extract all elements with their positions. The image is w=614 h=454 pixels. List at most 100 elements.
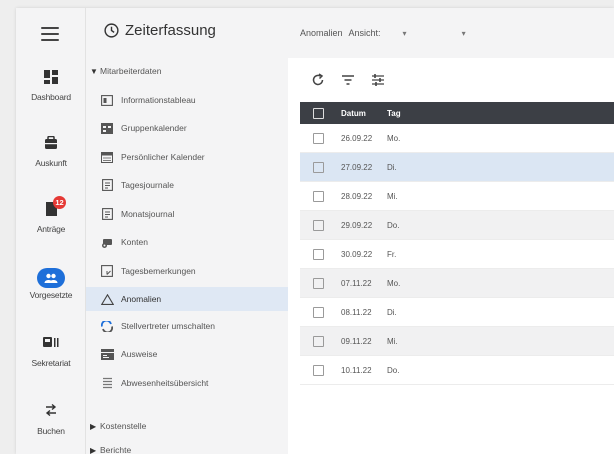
rail-label: Anträge — [36, 224, 66, 234]
rail-label: Auskunft — [35, 158, 67, 168]
table-row[interactable]: 10.11.22 Do. — [300, 356, 614, 385]
rail-label: Vorgesetzte — [29, 290, 73, 300]
filter-icon — [342, 75, 354, 85]
view-dropdown-2[interactable]: ▾ — [462, 29, 466, 38]
row-date: 07.11.22 — [341, 278, 372, 288]
table-row[interactable]: 26.09.22 Mo. — [300, 124, 614, 153]
notification-badge: 12 — [53, 196, 66, 209]
rail-item-auskunft[interactable]: Auskunft — [16, 136, 86, 168]
journal-icon — [100, 178, 114, 192]
table-header: Datum Tag — [300, 102, 614, 124]
row-day: Do. — [387, 365, 400, 375]
row-checkbox[interactable] — [313, 132, 324, 144]
filter-button[interactable] — [340, 72, 356, 88]
rail-item-buchen[interactable]: Buchen — [16, 404, 86, 436]
row-date: 10.11.22 — [341, 365, 372, 375]
refresh-button[interactable] — [310, 72, 326, 88]
select-all-checkbox[interactable] — [313, 107, 324, 119]
tableau-icon — [100, 93, 114, 107]
column-settings-button[interactable] — [370, 72, 386, 88]
nav-item-anomalien[interactable]: Anomalien — [86, 287, 288, 311]
row-day: Fr. — [387, 249, 397, 259]
row-checkbox[interactable] — [313, 335, 324, 347]
clock-icon — [104, 23, 119, 38]
anomalies-table: Datum Tag 26.09.22 Mo. 27.09.22 Di. 28.09.… — [300, 102, 614, 385]
main-content: Anomalien Ansicht: ▾ ▾ Datum Tag 26.09.2… — [288, 8, 614, 454]
nav-item-monatsjournal[interactable]: Monatsjournal — [86, 202, 288, 226]
dashboard-icon — [37, 70, 65, 90]
comment-icon — [100, 264, 114, 278]
row-checkbox[interactable] — [313, 277, 324, 289]
side-rail: Dashboard Auskunft 12 Anträge Vorgesetzt… — [16, 8, 86, 454]
row-checkbox[interactable] — [313, 161, 324, 173]
group-calendar-icon — [100, 121, 114, 135]
app-window: Dashboard Auskunft 12 Anträge Vorgesetzt… — [16, 8, 614, 454]
row-date: 09.11.22 — [341, 336, 372, 346]
table-row[interactable]: 28.09.22 Mi. — [300, 182, 614, 211]
chevron-down-icon: ▼ — [90, 66, 98, 76]
row-date: 08.11.22 — [341, 307, 372, 317]
rail-label: Buchen — [37, 426, 65, 436]
row-day: Di. — [387, 162, 397, 172]
journal-icon — [100, 207, 114, 221]
hamburger-menu-icon[interactable] — [41, 27, 59, 41]
nav-item-abwesenheitsuebersicht[interactable]: Abwesenheitsübersicht — [86, 371, 288, 395]
rail-label: Sekretariat — [31, 358, 71, 368]
row-checkbox[interactable] — [313, 190, 324, 202]
row-checkbox[interactable] — [313, 306, 324, 318]
briefcase-icon — [37, 136, 65, 156]
row-date: 27.09.22 — [341, 162, 373, 172]
warning-icon — [100, 292, 114, 306]
row-day: Mo. — [387, 278, 401, 288]
nav-item-label: Konten — [121, 237, 148, 247]
nav-item-label: Ausweise — [121, 349, 158, 359]
row-checkbox[interactable] — [313, 364, 324, 376]
column-header-day[interactable]: Tag — [387, 109, 401, 118]
substitute-icon — [100, 319, 114, 333]
table-row[interactable]: 30.09.22 Fr. — [300, 240, 614, 269]
nav-item-label: Persönlicher Kalender — [121, 152, 205, 162]
refresh-icon — [312, 73, 324, 86]
nav-item-label: Gruppenkalender — [121, 123, 187, 133]
table-row[interactable]: 27.09.22 Di. — [300, 153, 614, 182]
nav-item-stellvertreter[interactable]: Stellvertreter umschalten — [86, 314, 288, 338]
absence-icon — [100, 376, 114, 390]
nav-item-gruppenkalender[interactable]: Gruppenkalender — [86, 116, 288, 140]
nav-section-berichte[interactable]: ▶ Berichte — [90, 445, 131, 454]
row-checkbox[interactable] — [313, 219, 324, 231]
swap-icon — [37, 404, 65, 424]
nav-section-mitarbeiterdaten[interactable]: ▼ Mitarbeiterdaten — [90, 66, 161, 76]
nav-item-tagesjournale[interactable]: Tagesjournale — [86, 173, 288, 197]
table-row[interactable]: 09.11.22 Mi. — [300, 327, 614, 356]
nav-item-label: Anomalien — [121, 294, 162, 304]
row-checkbox[interactable] — [313, 248, 324, 260]
nav-item-label: Abwesenheitsübersicht — [121, 378, 209, 388]
column-header-date[interactable]: Datum — [341, 109, 387, 118]
table-row[interactable]: 29.09.22 Do. — [300, 211, 614, 240]
sliders-icon — [372, 74, 384, 86]
table-row[interactable]: 08.11.22 Di. — [300, 298, 614, 327]
nav-section-kostenstelle[interactable]: ▶ Kostenstelle — [90, 421, 146, 431]
rail-item-sekretariat[interactable]: Sekretariat — [16, 336, 86, 368]
nav-item-ausweise[interactable]: Ausweise — [86, 342, 288, 366]
app-title-text: Zeiterfassung — [125, 22, 216, 39]
document-icon: 12 — [37, 196, 66, 222]
view-dropdown-1[interactable]: ▾ — [403, 29, 407, 38]
chevron-right-icon: ▶ — [90, 421, 97, 431]
nav-item-tagesbemerkungen[interactable]: Tagesbemerkungen — [86, 259, 288, 283]
rail-item-vorgesetzte[interactable]: Vorgesetzte — [16, 268, 86, 300]
page-title: Anomalien — [300, 28, 343, 38]
nav-item-informationstableau[interactable]: Informationstableau — [86, 88, 288, 112]
rail-item-antraege[interactable]: 12 Anträge — [16, 196, 86, 234]
row-day: Mi. — [387, 191, 398, 201]
nav-item-persoenlicher-kalender[interactable]: Persönlicher Kalender — [86, 145, 288, 169]
secretary-icon — [37, 336, 65, 356]
id-card-icon — [100, 347, 114, 361]
table-row[interactable]: 07.11.22 Mo. — [300, 269, 614, 298]
view-label: Ansicht: — [348, 28, 381, 38]
nav-section-label: Mitarbeiterdaten — [100, 66, 162, 76]
accounts-icon — [100, 235, 114, 249]
nav-item-konten[interactable]: Konten — [86, 230, 288, 254]
row-date: 26.09.22 — [341, 133, 373, 143]
rail-item-dashboard[interactable]: Dashboard — [16, 70, 86, 102]
